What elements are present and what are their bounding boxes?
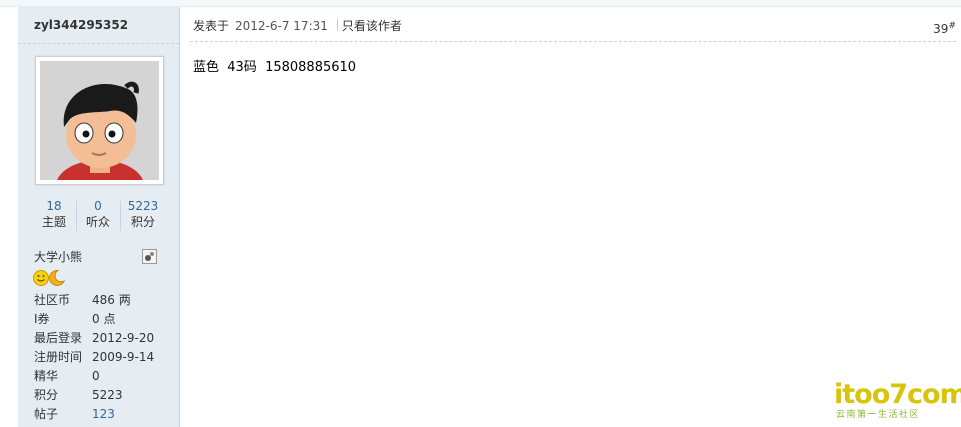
detail-key: 社区币 xyxy=(34,293,71,307)
divider xyxy=(18,43,179,44)
post-header: 发表于 2012-6-7 17:31 只看该作者 39# xyxy=(193,18,956,36)
medals xyxy=(32,269,66,287)
stat-label: 积分 xyxy=(130,215,155,229)
detail-key: 积分 xyxy=(34,388,59,402)
user-group[interactable]: 大学小熊 xyxy=(34,248,82,265)
avatar[interactable] xyxy=(40,61,159,180)
detail-key: 最后登录 xyxy=(34,331,83,345)
detail-row-coins: 社区币 486 两 xyxy=(34,291,154,310)
detail-value: 5223 xyxy=(92,388,123,402)
smiley-medal-icon[interactable] xyxy=(33,270,49,286)
posts-count-link[interactable]: 123 xyxy=(92,405,115,424)
detail-row-posts: 帖子 123 xyxy=(34,405,154,424)
site-watermark: itoo7com 云南第一生活社区 xyxy=(834,379,961,424)
separator xyxy=(336,19,338,31)
detail-key: 帖子 xyxy=(34,407,59,421)
watermark-logo: itoo7com xyxy=(834,379,961,410)
stat-label: 听众 xyxy=(85,215,110,229)
only-author-link[interactable]: 只看该作者 xyxy=(342,19,402,33)
stat-points[interactable]: 5223 积分 xyxy=(121,198,165,230)
stat-value[interactable]: 5223 xyxy=(121,198,165,214)
avatar-frame[interactable] xyxy=(35,56,164,185)
floor-number[interactable]: 39# xyxy=(933,18,956,37)
detail-value: 0 xyxy=(92,369,100,383)
detail-row-last-login: 最后登录 2012-9-20 xyxy=(34,329,154,348)
moon-medal-icon[interactable] xyxy=(49,269,66,286)
floor-number-value: 39 xyxy=(933,22,949,36)
author-username[interactable]: zyl344295352 xyxy=(34,18,128,32)
profile-card-icon[interactable] xyxy=(142,249,157,264)
post-content: 蓝色 43码 15808885610 xyxy=(193,60,357,75)
post-date: 2012-6-7 17:31 xyxy=(235,19,328,33)
stat-value[interactable]: 0 xyxy=(76,198,120,214)
stat-label: 主题 xyxy=(41,215,66,229)
detail-row-register-date: 注册时间 2009-9-14 xyxy=(34,348,154,367)
stat-value[interactable]: 18 xyxy=(32,198,76,214)
detail-row-digest: 精华 0 xyxy=(34,367,154,386)
detail-row-points: 积分 5223 xyxy=(34,386,154,405)
stat-threads[interactable]: 18 主题 xyxy=(32,198,76,230)
header-divider xyxy=(190,41,956,42)
detail-row-vouchers: I券 0 点 xyxy=(34,310,154,329)
posted-label: 发表于 xyxy=(193,19,230,33)
detail-value: 0 点 xyxy=(92,312,116,326)
author-sidebar: zyl344295352 18 主题 0 听众 5223 积分 大学小熊 社区币… xyxy=(18,7,180,427)
floor-mark: # xyxy=(948,21,956,31)
author-details: 社区币 486 两 I券 0 点 最后登录 2012-9-20 注册时间 2009-9-… xyxy=(34,291,154,424)
detail-value: 2009-9-14 xyxy=(92,350,155,364)
detail-value: 2012-9-20 xyxy=(92,331,155,345)
top-border xyxy=(0,0,961,7)
detail-value: 486 两 xyxy=(92,293,131,307)
detail-key: 注册时间 xyxy=(34,350,83,364)
cartoon-boy-avatar-icon xyxy=(40,61,159,180)
stat-followers[interactable]: 0 听众 xyxy=(76,198,120,230)
detail-key: I券 xyxy=(34,312,50,326)
detail-key: 精华 xyxy=(34,369,59,383)
author-stats: 18 主题 0 听众 5223 积分 xyxy=(32,198,165,234)
watermark-tagline: 云南第一生活社区 xyxy=(836,410,921,420)
